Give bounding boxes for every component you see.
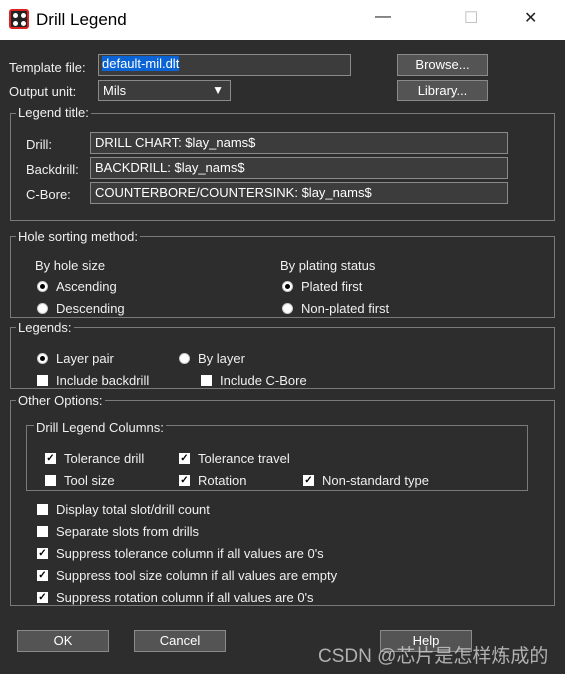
include-backdrill-checkbox[interactable]: Include backdrill bbox=[37, 373, 149, 388]
include-cbore-checkbox[interactable]: Include C-Bore bbox=[201, 373, 307, 388]
column-checkbox[interactable]: ✓ Non-standard type bbox=[303, 473, 429, 488]
checkbox-icon bbox=[37, 526, 48, 537]
radio-icon bbox=[37, 353, 48, 364]
option-checkbox[interactable]: Display total slot/drill count bbox=[37, 502, 210, 517]
descending-label: Descending bbox=[56, 301, 125, 316]
checkbox-icon bbox=[37, 504, 48, 515]
option-label: Suppress rotation column if all values a… bbox=[56, 590, 314, 605]
template-file-value: default-mil.dlt bbox=[102, 56, 180, 71]
column-label: Tolerance travel bbox=[198, 451, 290, 466]
radio-icon bbox=[282, 281, 293, 292]
plated-first-radio[interactable]: Plated first bbox=[282, 279, 362, 294]
column-checkbox[interactable]: Tool size bbox=[45, 473, 115, 488]
ascending-label: Ascending bbox=[56, 279, 117, 294]
column-label: Rotation bbox=[198, 473, 247, 488]
browse-button[interactable]: Browse... bbox=[397, 54, 488, 76]
radio-icon bbox=[37, 281, 48, 292]
checkbox-icon: ✓ bbox=[45, 453, 56, 464]
radio-icon bbox=[282, 303, 293, 314]
hole-sorting-label: Hole sorting method: bbox=[16, 229, 140, 244]
radio-icon bbox=[179, 353, 190, 364]
column-checkbox[interactable]: ✓ Tolerance drill bbox=[45, 451, 144, 466]
checkbox-icon: ✓ bbox=[37, 548, 48, 559]
column-checkbox[interactable]: ✓ Rotation bbox=[179, 473, 246, 488]
option-checkbox[interactable]: ✓ Suppress tolerance column if all values… bbox=[37, 546, 324, 561]
column-label: Tolerance drill bbox=[64, 451, 145, 466]
nonplated-first-radio[interactable]: Non-plated first bbox=[282, 301, 389, 316]
by-layer-label: By layer bbox=[198, 351, 245, 366]
columns-label: Drill Legend Columns: bbox=[34, 420, 166, 435]
output-unit-value: Mils bbox=[103, 83, 127, 98]
minimize-button[interactable]: — bbox=[375, 8, 391, 26]
other-options-label: Other Options: bbox=[16, 393, 105, 408]
chevron-down-icon: ▼ bbox=[212, 83, 224, 97]
option-label: Suppress tool size column if all values … bbox=[56, 568, 338, 583]
checkbox-icon bbox=[45, 475, 56, 486]
checkbox-icon: ✓ bbox=[179, 453, 190, 464]
template-file-label: Template file: bbox=[9, 60, 86, 75]
option-label: Suppress tolerance column if all values … bbox=[56, 546, 324, 561]
radio-icon bbox=[37, 303, 48, 314]
include-backdrill-label: Include backdrill bbox=[56, 373, 150, 388]
legends-label: Legends: bbox=[16, 320, 74, 335]
checkbox-icon: ✓ bbox=[37, 570, 48, 581]
drill-title-input[interactable]: DRILL CHART: $lay_nams$ bbox=[90, 132, 508, 154]
checkbox-icon bbox=[201, 375, 212, 386]
checkbox-icon: ✓ bbox=[37, 592, 48, 603]
template-file-input[interactable]: default-mil.dlt bbox=[98, 54, 351, 76]
layer-pair-radio[interactable]: Layer pair bbox=[37, 351, 114, 366]
option-checkbox[interactable]: ✓ Suppress tool size column if all values… bbox=[37, 568, 337, 583]
cbore-label: C-Bore: bbox=[26, 187, 71, 202]
title-bar: Drill Legend — ☐ ✕ bbox=[0, 0, 565, 40]
close-button[interactable]: ✕ bbox=[524, 8, 537, 28]
cbore-title-input[interactable]: COUNTERBORE/COUNTERSINK: $lay_nams$ bbox=[90, 182, 508, 204]
drill-label: Drill: bbox=[26, 137, 52, 152]
ok-button[interactable]: OK bbox=[17, 630, 109, 652]
option-label: Display total slot/drill count bbox=[56, 502, 210, 517]
by-plating-label: By plating status bbox=[280, 258, 376, 273]
watermark: CSDN @芯片是怎样炼成的 bbox=[318, 646, 549, 667]
layer-pair-label: Layer pair bbox=[56, 351, 114, 366]
output-unit-label: Output unit: bbox=[9, 84, 77, 99]
option-label: Separate slots from drills bbox=[56, 524, 200, 539]
backdrill-label: Backdrill: bbox=[26, 162, 79, 177]
descending-radio[interactable]: Descending bbox=[37, 301, 125, 316]
library-button[interactable]: Library... bbox=[397, 80, 488, 101]
cancel-button[interactable]: Cancel bbox=[134, 630, 226, 652]
app-logo-icon bbox=[9, 9, 29, 29]
legend-title-label: Legend title: bbox=[16, 105, 91, 120]
option-checkbox[interactable]: ✓ Suppress rotation column if all values … bbox=[37, 590, 314, 605]
window-title: Drill Legend bbox=[36, 10, 127, 29]
nonplated-first-label: Non-plated first bbox=[301, 301, 390, 316]
maximize-button[interactable]: ☐ bbox=[464, 8, 478, 28]
output-unit-select[interactable]: Mils ▼ bbox=[98, 80, 231, 101]
by-hole-size-label: By hole size bbox=[35, 258, 106, 273]
option-checkbox[interactable]: Separate slots from drills bbox=[37, 524, 199, 539]
checkbox-icon bbox=[37, 375, 48, 386]
column-checkbox[interactable]: ✓ Tolerance travel bbox=[179, 451, 290, 466]
by-layer-radio[interactable]: By layer bbox=[179, 351, 245, 366]
backdrill-title-input[interactable]: BACKDRILL: $lay_nams$ bbox=[90, 157, 508, 179]
checkbox-icon: ✓ bbox=[179, 475, 190, 486]
checkbox-icon: ✓ bbox=[303, 475, 314, 486]
plated-first-label: Plated first bbox=[301, 279, 363, 294]
column-label: Tool size bbox=[64, 473, 115, 488]
include-cbore-label: Include C-Bore bbox=[220, 373, 307, 388]
ascending-radio[interactable]: Ascending bbox=[37, 279, 117, 294]
column-label: Non-standard type bbox=[322, 473, 429, 488]
